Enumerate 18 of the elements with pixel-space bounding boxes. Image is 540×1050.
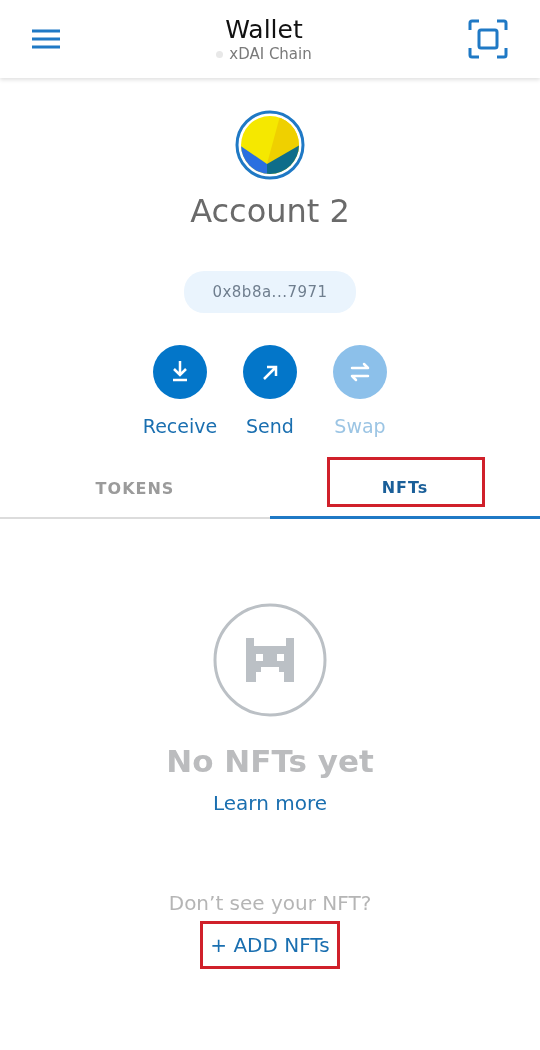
tab[interactable]: NFTs <box>270 459 540 519</box>
network-name[interactable]: xDAI Chain <box>229 45 312 63</box>
action-label[interactable]: Receive <box>142 415 218 437</box>
action-button[interactable] <box>153 345 207 399</box>
menu-icon[interactable] <box>32 29 60 49</box>
account-name: Account 2 <box>190 192 350 230</box>
invader-icon <box>213 603 327 717</box>
learn-more-link[interactable]: Learn more <box>212 791 328 815</box>
address-pill[interactable]: 0x8b8a...7971 <box>184 271 356 313</box>
action-button[interactable] <box>243 345 297 399</box>
header-title: Wallet <box>225 15 303 45</box>
empty-title: No NFTs yet <box>166 743 374 779</box>
scan-icon[interactable] <box>468 19 508 59</box>
add-nfts-button[interactable]: + ADD NFTs <box>208 929 332 961</box>
empty-prompt: Don’t see your NFT? <box>168 891 372 915</box>
account-avatar[interactable] <box>235 110 305 180</box>
tab[interactable]: TOKENS <box>0 459 270 519</box>
action-label[interactable]: Send <box>246 415 294 437</box>
